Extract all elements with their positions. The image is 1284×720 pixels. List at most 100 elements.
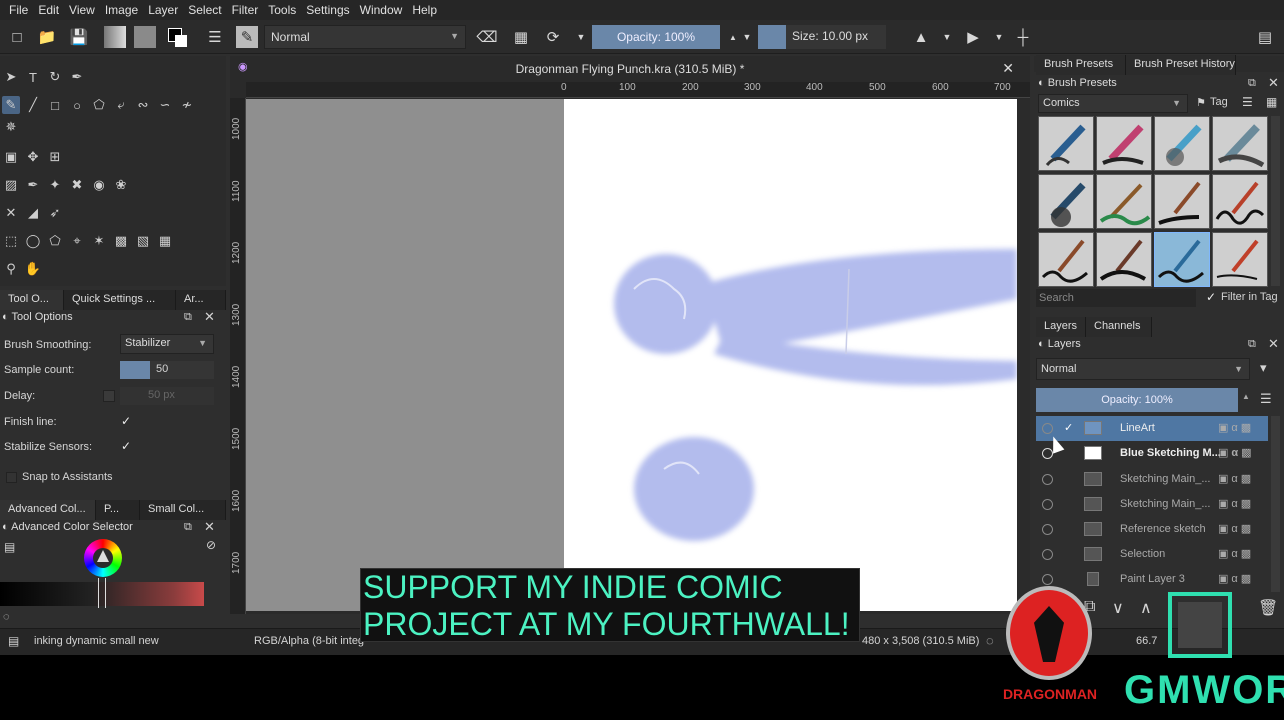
rect-select-icon[interactable]: ⬚ [2,232,20,250]
menu-filter[interactable]: Filter [227,3,264,17]
brush-preset[interactable] [1038,174,1094,229]
layer-row[interactable]: Sketching Main_... ▣α▩ [1036,467,1268,492]
dynamic-brush-icon[interactable]: ≁ [178,96,196,114]
move-layer-down-icon[interactable]: ∨ [1112,598,1124,618]
visibility-icon[interactable] [1042,499,1053,510]
lock-alpha-icons[interactable]: ▣α▩ [1218,497,1254,510]
bezier-tool-icon[interactable]: ∾ [134,96,152,114]
brush-preset[interactable] [1096,174,1152,229]
tab-palette[interactable]: P... [96,500,140,520]
tab-channels[interactable]: Channels [1086,317,1152,337]
color-picker-icon[interactable]: ✒ [24,176,42,194]
layer-opacity-slider[interactable]: Opacity: 100% [1036,388,1238,412]
tab-layers[interactable]: Layers [1036,317,1086,337]
transform-icon[interactable]: ▣ [2,148,20,166]
menu-layer[interactable]: Layer [143,3,183,17]
menu-file[interactable]: File [4,3,33,17]
mirror-horizontal-icon[interactable]: ▲ [910,26,932,48]
line-tool-icon[interactable]: ╱ [24,96,42,114]
brush-preset[interactable] [1096,116,1152,171]
delay-checkbox[interactable] [103,390,115,402]
brush-preset-selected[interactable] [1154,232,1210,287]
crop-tool-icon[interactable]: ⊞ [46,148,64,166]
color-wheel[interactable] [84,539,122,577]
view-options-icon[interactable]: ▦ [1266,95,1277,109]
ellipse-tool-icon[interactable]: ○ [68,96,86,114]
visibility-icon[interactable] [1042,423,1053,434]
close-icon[interactable]: ✕ [204,309,215,325]
calligraphy-icon[interactable]: ✒ [68,68,86,86]
layer-blend-mode-select[interactable]: Normal ▼ [1036,358,1250,380]
edit-shapes-icon[interactable]: ↻ [46,68,64,86]
polygon-select-icon[interactable]: ⬠ [46,232,64,250]
color-slider-handle[interactable] [98,578,106,608]
assistant-tool-icon[interactable]: ✖ [68,176,86,194]
tab-brush-presets[interactable]: Brush Presets [1036,55,1126,75]
menu-view[interactable]: View [64,3,100,17]
brush-smoothing-select[interactable]: Stabilizer ▼ [120,334,214,354]
multibrush-icon[interactable]: ✵ [2,118,20,136]
collapse-icon[interactable]: ◐ [1038,77,1045,89]
delete-layer-icon[interactable]: 🗑 [1258,598,1278,618]
brush-preset[interactable] [1154,116,1210,171]
rectangle-tool-icon[interactable]: □ [46,96,64,114]
layer-row[interactable]: Sketching Main_... ▣α▩ [1036,492,1268,517]
enclose-fill-icon[interactable]: ❀ [112,176,130,194]
finish-line-checkbox[interactable]: ✓ [121,414,131,428]
move-layer-up-icon[interactable]: ∧ [1140,598,1152,618]
opacity-slider[interactable]: Opacity: 100% [592,25,720,49]
select-shapes-icon[interactable]: ➤ [2,68,20,86]
menu-image[interactable]: Image [100,3,143,17]
brush-preset[interactable] [1154,174,1210,229]
gradient-swatch[interactable] [104,26,126,48]
lock-alpha-icons[interactable]: ▣α▩ [1218,421,1254,434]
freehand-brush-icon[interactable]: ✎ [2,96,20,114]
polygon-tool-icon[interactable]: ⬠ [90,96,108,114]
fg-bg-color-icon[interactable] [166,26,188,48]
delay-input[interactable]: 50 px [120,387,214,405]
lock-alpha-icons[interactable]: ▣α▩ [1218,522,1254,535]
brush-tag-select[interactable]: Comics ▼ [1038,94,1188,113]
blend-mode-select[interactable]: Normal ▼ [264,25,466,49]
wrap-around-icon[interactable]: ┼ [1012,26,1034,48]
ruler-tool-icon[interactable]: ◢ [24,204,42,222]
filter-in-tag-checkbox[interactable]: ✓ [1206,290,1216,304]
zoom-slider-icon[interactable]: ◌ [986,633,994,648]
menu-window[interactable]: Window [355,3,408,17]
brush-settings-icon[interactable]: ☰ [204,26,226,48]
filter-icon[interactable]: ▾ [1260,360,1267,376]
magic-wand-icon[interactable]: ✶ [90,232,108,250]
alpha-lock-icon[interactable]: ▦ [510,26,532,48]
tab-artistic[interactable]: Ar... [176,290,226,310]
chevron-down-icon[interactable]: ▼ [988,26,1010,48]
float-panel-icon[interactable]: ⧉ [1248,338,1256,351]
bezier-select-icon[interactable]: ▧ [134,232,152,250]
brush-preset[interactable] [1212,116,1268,171]
canvas-scrollbar[interactable] [1018,99,1030,611]
save-icon[interactable]: 💾 [68,26,90,48]
color-settings-icon[interactable]: ▤ [4,540,15,554]
polyline-tool-icon[interactable]: ⤶ [112,96,130,114]
menu-select[interactable]: Select [183,3,226,17]
brush-preset[interactable] [1212,174,1268,229]
tab-small-color[interactable]: Small Col... [140,500,226,520]
close-icon[interactable]: ✕ [1268,75,1279,91]
brush-preset[interactable] [1212,232,1268,287]
new-document-icon[interactable]: □ [6,26,28,48]
collapse-icon[interactable]: ◐ [2,311,9,323]
visibility-icon[interactable] [1042,549,1053,560]
snap-checkbox[interactable] [6,472,17,483]
collapse-icon[interactable]: ◐ [1038,338,1045,350]
layer-row[interactable]: Selection ▣α▩ [1036,542,1268,567]
lock-alpha-icons[interactable]: ▣α▩ [1218,446,1255,459]
no-color-icon[interactable]: ⊘ [206,538,216,552]
mirror-vertical-icon[interactable]: ▶ [962,26,984,48]
gradient-tool-icon[interactable]: ▨ [2,176,20,194]
brush-preset[interactable] [1038,232,1094,287]
freehand-path-icon[interactable]: ∽ [156,96,174,114]
tab-advanced-color[interactable]: Advanced Col... [0,500,96,520]
stabilize-sensors-checkbox[interactable]: ✓ [121,439,131,453]
brush-preset[interactable] [1096,232,1152,287]
layers-scrollbar[interactable] [1271,416,1280,592]
menu-edit[interactable]: Edit [33,3,64,17]
